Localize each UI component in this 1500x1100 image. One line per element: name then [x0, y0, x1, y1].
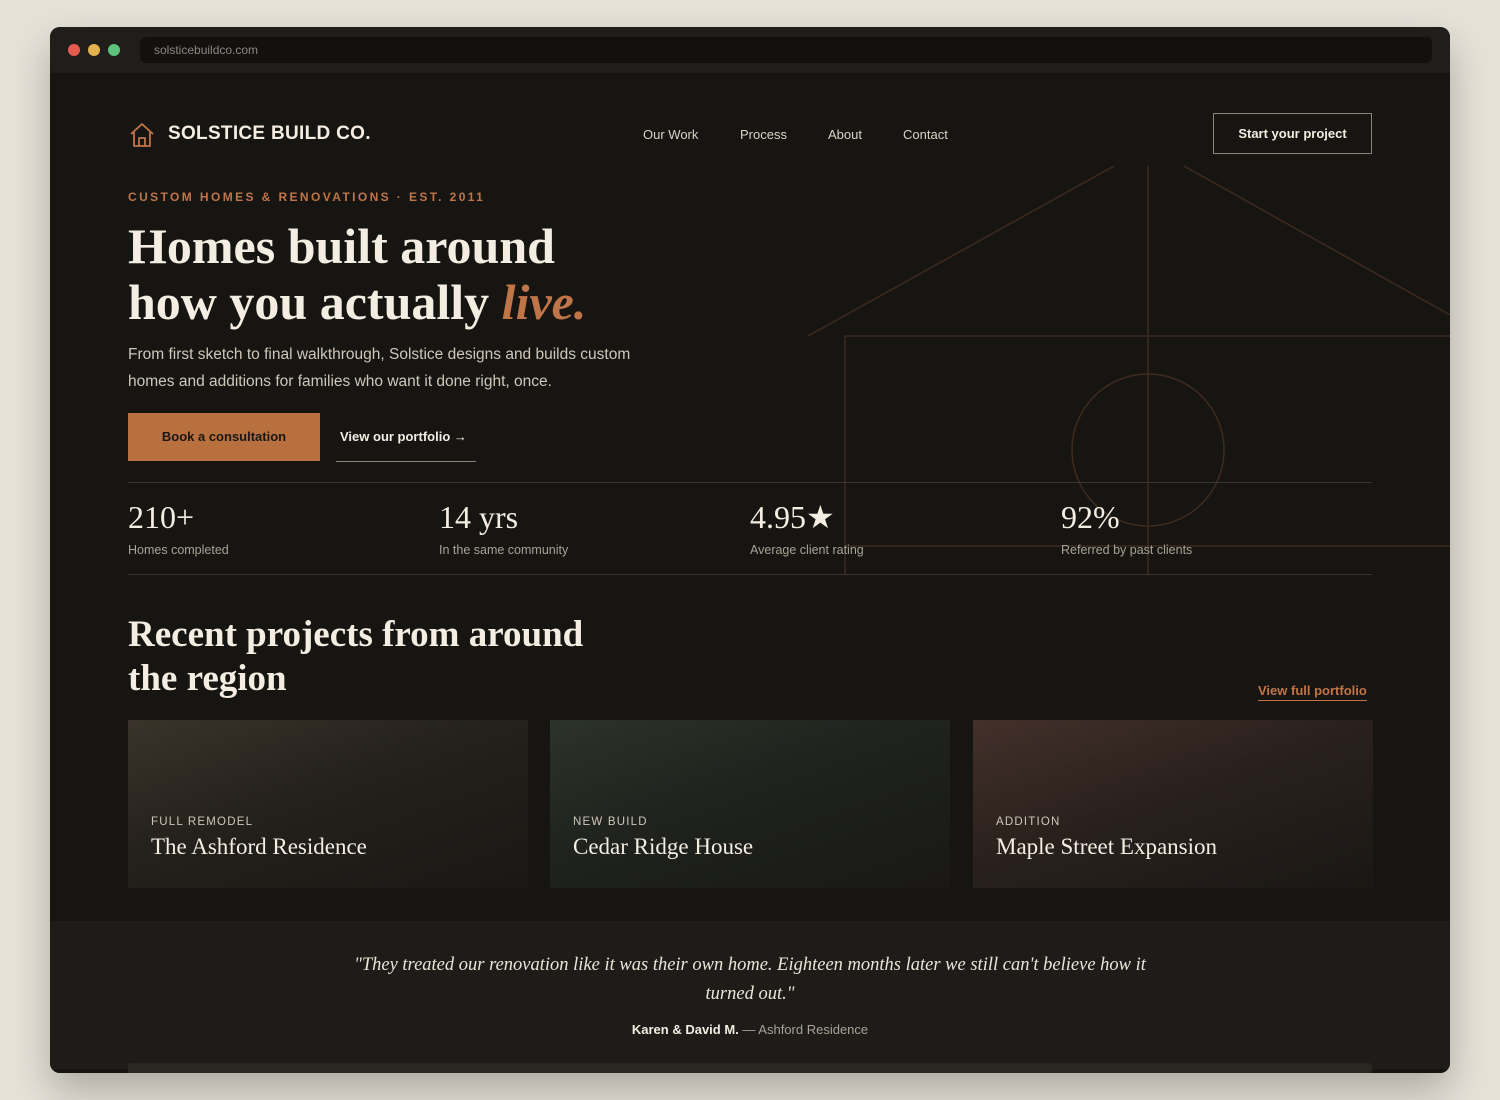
- stat-label: In the same community: [439, 543, 569, 557]
- project-title: The Ashford Residence: [151, 834, 367, 859]
- testimonial-quote: "They treated our renovation like it was…: [354, 955, 1146, 1004]
- stat-homes-completed: 210+ Homes completed: [128, 497, 229, 557]
- stat-referrals: 92% Referred by past clients: [1061, 497, 1192, 557]
- house-outline-icon: [130, 123, 154, 147]
- hero-title-line1: Homes built around: [128, 218, 555, 274]
- project-card-maple-street[interactable]: ADDITION Maple Street Expansion: [973, 720, 1373, 888]
- projects-title-line1: Recent projects from around: [128, 614, 584, 655]
- stat-value: 92%: [1061, 499, 1120, 535]
- projects-title-line2: the region: [128, 658, 287, 699]
- hero-title-accent: live.: [501, 274, 587, 330]
- maximize-window-button[interactable]: [108, 44, 120, 56]
- brand-name[interactable]: SOLSTICE BUILD CO.: [168, 123, 371, 145]
- project-tag: ADDITION: [996, 816, 1061, 828]
- page: SOLSTICE BUILD CO. Our Work Process Abou…: [50, 73, 1450, 1073]
- next-section-edge: [128, 1063, 1372, 1073]
- view-full-portfolio-link[interactable]: View full portfolio: [1258, 683, 1367, 701]
- testimonial-attribution: Karen & David M. — Ashford Residence: [50, 1022, 1450, 1037]
- view-portfolio-link[interactable]: View our portfolio →: [336, 413, 476, 462]
- project-title: Maple Street Expansion: [996, 834, 1218, 859]
- divider: [128, 574, 1372, 575]
- testimonial-project: — Ashford Residence: [738, 1022, 869, 1037]
- project-card-ashford[interactable]: FULL REMODEL The Ashford Residence: [128, 720, 528, 888]
- testimonial-author: Karen & David M.: [631, 1022, 739, 1037]
- project-title: Cedar Ridge House: [573, 834, 754, 859]
- stat-label: Referred by past clients: [1061, 543, 1193, 557]
- nav-contact[interactable]: Contact: [903, 127, 948, 142]
- stat-value: 14 yrs: [439, 499, 519, 535]
- nav-our-work[interactable]: Our Work: [643, 127, 698, 142]
- book-consultation-button[interactable]: Book a consultation: [128, 413, 320, 461]
- stat-value: 4.95★: [750, 499, 835, 535]
- divider: [128, 482, 1372, 483]
- nav-process[interactable]: Process: [740, 127, 787, 142]
- hero-eyebrow: CUSTOM HOMES & RENOVATIONS · EST. 2011: [128, 190, 486, 204]
- project-card-cedar-ridge[interactable]: NEW BUILD Cedar Ridge House: [550, 720, 950, 888]
- stat-label: Homes completed: [128, 543, 229, 557]
- hero-title-line2: how you actually: [128, 274, 502, 330]
- hero-subtitle: From first sketch to final walkthrough, …: [128, 346, 631, 390]
- testimonial-section: "They treated our renovation like it was…: [50, 921, 1450, 1069]
- project-tag: FULL REMODEL: [151, 816, 254, 828]
- address-bar[interactable]: solsticebuildco.com: [140, 37, 1432, 63]
- start-project-button[interactable]: Start your project: [1213, 113, 1372, 154]
- close-window-button[interactable]: [68, 44, 80, 56]
- stat-value: 210+: [128, 499, 195, 535]
- minimize-window-button[interactable]: [88, 44, 100, 56]
- browser-window: solsticebuildco.com SOLSTICE BUILD CO. O…: [50, 27, 1450, 1073]
- browser-chrome: solsticebuildco.com: [50, 27, 1450, 73]
- projects-section-title: Recent projects from around the region: [128, 613, 583, 701]
- stat-label: Average client rating: [750, 543, 864, 557]
- project-tag: NEW BUILD: [573, 816, 648, 828]
- nav-about[interactable]: About: [828, 127, 862, 142]
- stat-years: 14 yrs In the same community: [439, 497, 568, 557]
- stat-rating: 4.95★ Average client rating: [750, 497, 864, 557]
- hero-title: Homes built around how you actually live…: [128, 218, 586, 330]
